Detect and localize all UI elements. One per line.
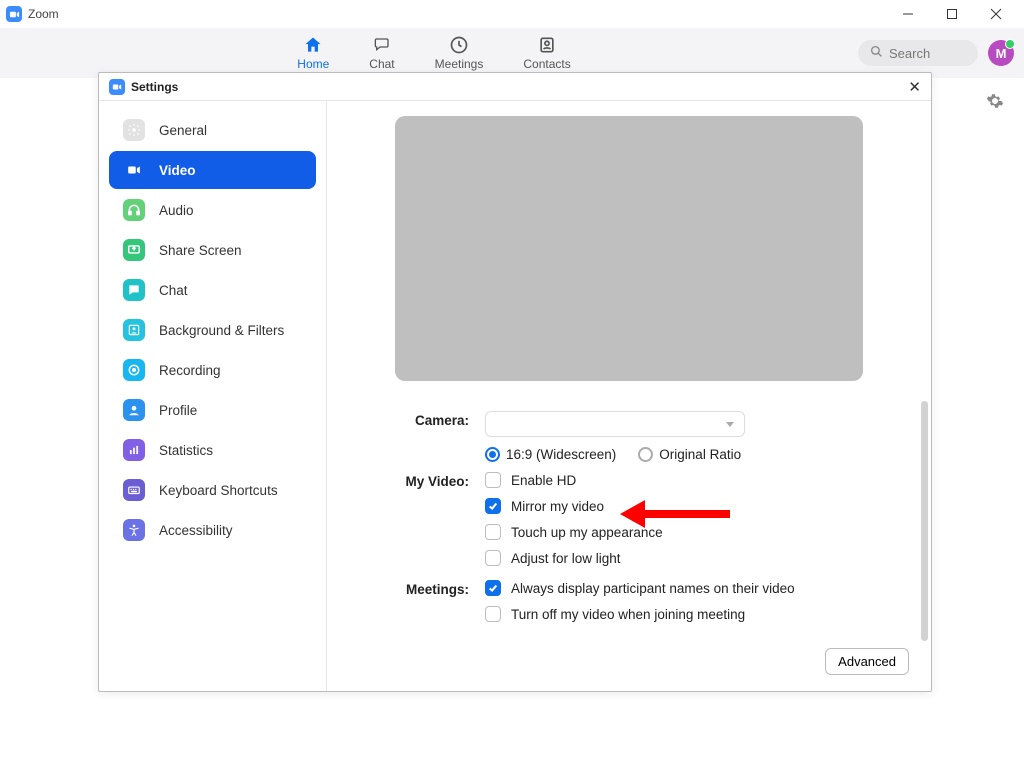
sidebar-item-label: Profile	[159, 403, 197, 418]
settings-sidebar: General Video Audio Share Screen Chat Ba	[99, 101, 327, 691]
sidebar-item-label: Recording	[159, 363, 221, 378]
checkbox-adjust-low-light[interactable]: Adjust for low light	[485, 550, 871, 566]
contacts-icon	[537, 35, 557, 55]
accessibility-icon	[123, 519, 145, 541]
tab-label: Chat	[369, 57, 394, 71]
close-button[interactable]	[974, 0, 1018, 28]
tab-home[interactable]: Home	[297, 35, 329, 71]
sidebar-item-audio[interactable]: Audio	[109, 191, 316, 229]
my-video-label: My Video:	[387, 472, 485, 566]
tab-label: Meetings	[435, 57, 484, 71]
sidebar-item-label: General	[159, 123, 207, 138]
statistics-icon	[123, 439, 145, 461]
sidebar-item-label: Statistics	[159, 443, 213, 458]
profile-icon	[123, 399, 145, 421]
clock-icon	[449, 35, 469, 55]
camera-select[interactable]	[485, 411, 745, 437]
modal-header: Settings ✕	[99, 73, 931, 101]
chat-icon	[123, 279, 145, 301]
sidebar-item-statistics[interactable]: Statistics	[109, 431, 316, 469]
sidebar-item-profile[interactable]: Profile	[109, 391, 316, 429]
tab-contacts[interactable]: Contacts	[523, 35, 570, 71]
checkbox-display-participant-names[interactable]: Always display participant names on thei…	[485, 580, 871, 596]
camera-label: Camera:	[387, 411, 485, 462]
window-controls	[886, 0, 1018, 28]
sidebar-item-share-screen[interactable]: Share Screen	[109, 231, 316, 269]
headphones-icon	[123, 199, 145, 221]
checkbox-mirror-my-video[interactable]: Mirror my video	[485, 498, 871, 514]
scrollbar[interactable]	[921, 401, 928, 641]
share-screen-icon	[123, 239, 145, 261]
search-placeholder: Search	[889, 46, 930, 61]
background-icon	[123, 319, 145, 341]
sidebar-item-label: Video	[159, 163, 196, 178]
sidebar-item-label: Accessibility	[159, 523, 233, 538]
checkbox-turn-off-video-on-join[interactable]: Turn off my video when joining meeting	[485, 606, 871, 622]
sidebar-item-accessibility[interactable]: Accessibility	[109, 511, 316, 549]
main-toolbar: Home Chat Meetings Contacts Search M	[0, 28, 1024, 78]
recording-icon	[123, 359, 145, 381]
tab-chat[interactable]: Chat	[369, 35, 394, 71]
video-preview	[395, 116, 863, 381]
minimize-button[interactable]	[886, 0, 930, 28]
avatar[interactable]: M	[988, 40, 1014, 66]
settings-content: Camera: 16:9 (Widescreen) Original Ratio	[327, 101, 931, 691]
checkbox-touch-up-appearance[interactable]: Touch up my appearance	[485, 524, 871, 540]
tab-meetings[interactable]: Meetings	[435, 35, 484, 71]
sidebar-item-chat[interactable]: Chat	[109, 271, 316, 309]
app-title: Zoom	[28, 7, 59, 21]
meetings-label: Meetings:	[387, 580, 485, 622]
sidebar-item-label: Chat	[159, 283, 188, 298]
sidebar-item-label: Keyboard Shortcuts	[159, 483, 278, 498]
sidebar-item-label: Share Screen	[159, 243, 242, 258]
sidebar-item-label: Background & Filters	[159, 323, 284, 338]
home-icon	[303, 35, 323, 55]
sidebar-item-recording[interactable]: Recording	[109, 351, 316, 389]
tab-label: Contacts	[523, 57, 570, 71]
sidebar-item-background-filters[interactable]: Background & Filters	[109, 311, 316, 349]
settings-modal: Settings ✕ General Video Audio Share Scr…	[98, 72, 932, 692]
modal-title: Settings	[131, 80, 178, 94]
radio-widescreen[interactable]: 16:9 (Widescreen)	[485, 447, 616, 462]
video-icon	[123, 159, 145, 181]
sidebar-item-general[interactable]: General	[109, 111, 316, 149]
maximize-button[interactable]	[930, 0, 974, 28]
advanced-button[interactable]: Advanced	[825, 648, 909, 675]
modal-close-button[interactable]: ✕	[908, 78, 921, 96]
search-icon	[870, 45, 883, 61]
zoom-app-icon	[6, 6, 22, 22]
checkbox-enable-hd[interactable]: Enable HD	[485, 472, 871, 488]
search-input[interactable]: Search	[858, 40, 978, 66]
sidebar-item-label: Audio	[159, 203, 194, 218]
sidebar-item-keyboard-shortcuts[interactable]: Keyboard Shortcuts	[109, 471, 316, 509]
chat-icon	[372, 35, 392, 55]
tab-label: Home	[297, 57, 329, 71]
zoom-app-icon	[109, 79, 125, 95]
keyboard-icon	[123, 479, 145, 501]
settings-gear-icon[interactable]	[986, 92, 1004, 113]
radio-original-ratio[interactable]: Original Ratio	[638, 447, 741, 462]
titlebar: Zoom	[0, 0, 1024, 28]
sidebar-item-video[interactable]: Video	[109, 151, 316, 189]
gear-icon	[123, 119, 145, 141]
